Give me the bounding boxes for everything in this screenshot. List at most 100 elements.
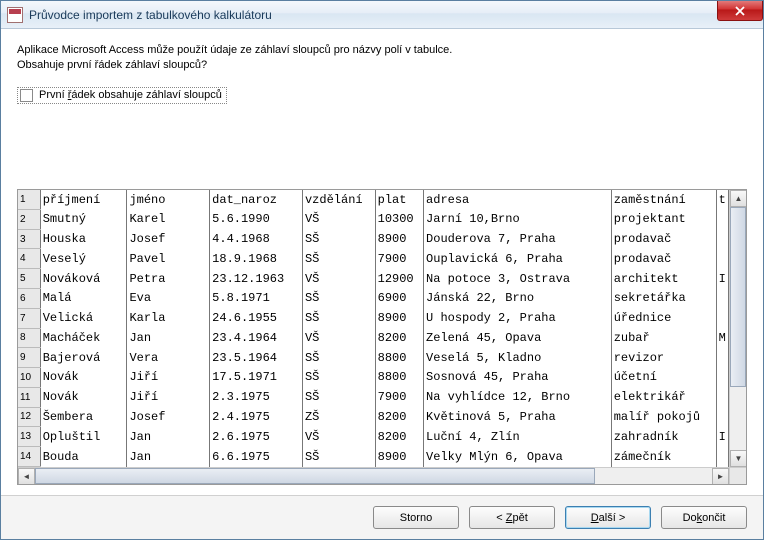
table-row[interactable]: 2SmutnýKarel5.6.1990VŠ10300Jarní 10,Brno… xyxy=(18,209,729,229)
table-row[interactable]: 5NovákováPetra23.12.1963VŠ12900Na potoce… xyxy=(18,269,729,289)
intro-line1: Aplikace Microsoft Access může použít úd… xyxy=(17,43,747,58)
cell: VŠ xyxy=(302,269,375,289)
vertical-scroll-thumb[interactable] xyxy=(730,207,746,387)
cell: 2.6.1975 xyxy=(210,427,303,447)
cell: 5.8.1971 xyxy=(210,289,303,309)
horizontal-scroll-thumb[interactable] xyxy=(35,468,595,484)
cell: 23.4.1964 xyxy=(210,328,303,348)
row-number: 10 xyxy=(18,368,40,388)
wizard-window: Průvodce importem z tabulkového kalkulát… xyxy=(0,0,764,540)
app-icon xyxy=(7,7,23,23)
table-row[interactable]: 9BajerováVera23.5.1964SŠ8800Veselá 5, Kl… xyxy=(18,348,729,368)
table-row[interactable]: 8MacháčekJan23.4.1964VŠ8200Zelená 45, Op… xyxy=(18,328,729,348)
cell: Opluštil xyxy=(40,427,127,447)
cell: Velická xyxy=(40,308,127,328)
table-row[interactable]: 1příjmeníjménodat_narozvzděláníplatadres… xyxy=(18,190,729,210)
cell: Novák xyxy=(40,387,127,407)
cell: 8900 xyxy=(375,229,423,249)
cell: Velky Mlýn 6, Opava xyxy=(424,447,612,467)
preview-grid: 1příjmeníjménodat_narozvzděláníplatadres… xyxy=(17,189,747,485)
cell: elektrikář xyxy=(611,387,716,407)
cell: 7900 xyxy=(375,249,423,269)
table-row[interactable]: 14BoudaJan6.6.1975SŠ8900Velky Mlýn 6, Op… xyxy=(18,447,729,467)
cell xyxy=(716,209,728,229)
cell: 24.6.1955 xyxy=(210,308,303,328)
horizontal-scrollbar[interactable]: ◄ ► xyxy=(18,467,746,484)
cell: Karel xyxy=(127,209,210,229)
cell: I xyxy=(716,269,728,289)
cell: t xyxy=(716,190,728,210)
cell: I xyxy=(716,427,728,447)
close-button[interactable] xyxy=(717,1,763,21)
cell: Vera xyxy=(127,348,210,368)
cell: Veselá 5, Kladno xyxy=(424,348,612,368)
table-row[interactable]: 10NovákJiří17.5.1971SŠ8800Sosnová 45, Pr… xyxy=(18,368,729,388)
cell: Josef xyxy=(127,407,210,427)
table-row[interactable]: 6MaláEva5.8.1971SŠ6900Jánská 22, Brnosek… xyxy=(18,289,729,309)
close-icon xyxy=(735,6,745,16)
row-number: 1 xyxy=(18,190,40,210)
cell: Ouplavická 6, Praha xyxy=(424,249,612,269)
cell xyxy=(716,249,728,269)
cell: architekt xyxy=(611,269,716,289)
cell: plat xyxy=(375,190,423,210)
cell: Eva xyxy=(127,289,210,309)
cell: malíř pokojů xyxy=(611,407,716,427)
back-button[interactable]: < Zpět xyxy=(469,506,555,529)
cell: Na vyhlídce 12, Brno xyxy=(424,387,612,407)
cell: Karla xyxy=(127,308,210,328)
cell: 2.4.1975 xyxy=(210,407,303,427)
scroll-right-arrow-icon[interactable]: ► xyxy=(712,468,729,485)
table-row[interactable]: 12ŠemberaJosef2.4.1975ZŠ8200Květinová 5,… xyxy=(18,407,729,427)
cell: Jan xyxy=(127,427,210,447)
table-row[interactable]: 4VeselýPavel18.9.1968SŠ7900Ouplavická 6,… xyxy=(18,249,729,269)
intro-line2: Obsahuje první řádek záhlaví sloupců? xyxy=(17,58,747,73)
first-row-headers-option[interactable]: První řádek obsahuje záhlaví sloupců xyxy=(17,87,227,104)
cell: SŠ xyxy=(302,229,375,249)
table-row[interactable]: 11NovákJiří2.3.1975SŠ7900Na vyhlídce 12,… xyxy=(18,387,729,407)
cell: 6900 xyxy=(375,289,423,309)
row-number: 14 xyxy=(18,447,40,467)
cell xyxy=(716,387,728,407)
row-number: 6 xyxy=(18,289,40,309)
cell: Bouda xyxy=(40,447,127,467)
scroll-corner xyxy=(729,468,746,484)
cell: Šembera xyxy=(40,407,127,427)
cell: Na potoce 3, Ostrava xyxy=(424,269,612,289)
cell: Luční 4, Zlín xyxy=(424,427,612,447)
cancel-button[interactable]: Storno xyxy=(373,506,459,529)
cell: Jan xyxy=(127,328,210,348)
data-table: 1příjmeníjménodat_narozvzděláníplatadres… xyxy=(18,190,729,467)
scroll-left-arrow-icon[interactable]: ◄ xyxy=(18,468,35,485)
cell: 10300 xyxy=(375,209,423,229)
cell: Jarní 10,Brno xyxy=(424,209,612,229)
cell: příjmení xyxy=(40,190,127,210)
first-row-headers-checkbox[interactable] xyxy=(20,89,33,102)
finish-button[interactable]: Dokončit xyxy=(661,506,747,529)
table-row[interactable]: 3HouskaJosef4.4.1968SŠ8900Douderova 7, P… xyxy=(18,229,729,249)
cell: Zelená 45, Opava xyxy=(424,328,612,348)
scroll-down-arrow-icon[interactable]: ▼ xyxy=(730,450,746,467)
scroll-up-arrow-icon[interactable]: ▲ xyxy=(730,190,746,207)
cell: účetní xyxy=(611,368,716,388)
cell: Nováková xyxy=(40,269,127,289)
row-number: 9 xyxy=(18,348,40,368)
cell xyxy=(716,229,728,249)
vertical-scrollbar[interactable]: ▲ ▼ xyxy=(729,190,746,467)
cell: Douderova 7, Praha xyxy=(424,229,612,249)
horizontal-scroll-track[interactable] xyxy=(595,468,712,484)
cell: Smutný xyxy=(40,209,127,229)
cell: ZŠ xyxy=(302,407,375,427)
cell: Jánská 22, Brno xyxy=(424,289,612,309)
cell xyxy=(716,308,728,328)
row-number: 12 xyxy=(18,407,40,427)
cell: SŠ xyxy=(302,368,375,388)
table-row[interactable]: 7VelickáKarla24.6.1955SŠ8900U hospody 2,… xyxy=(18,308,729,328)
cell: 8900 xyxy=(375,308,423,328)
next-button[interactable]: Další > xyxy=(565,506,651,529)
row-number: 5 xyxy=(18,269,40,289)
cell: prodavač xyxy=(611,249,716,269)
table-row[interactable]: 13OpluštilJan2.6.1975VŠ8200Luční 4, Zlín… xyxy=(18,427,729,447)
vertical-scroll-track[interactable] xyxy=(730,387,746,450)
cell: adresa xyxy=(424,190,612,210)
